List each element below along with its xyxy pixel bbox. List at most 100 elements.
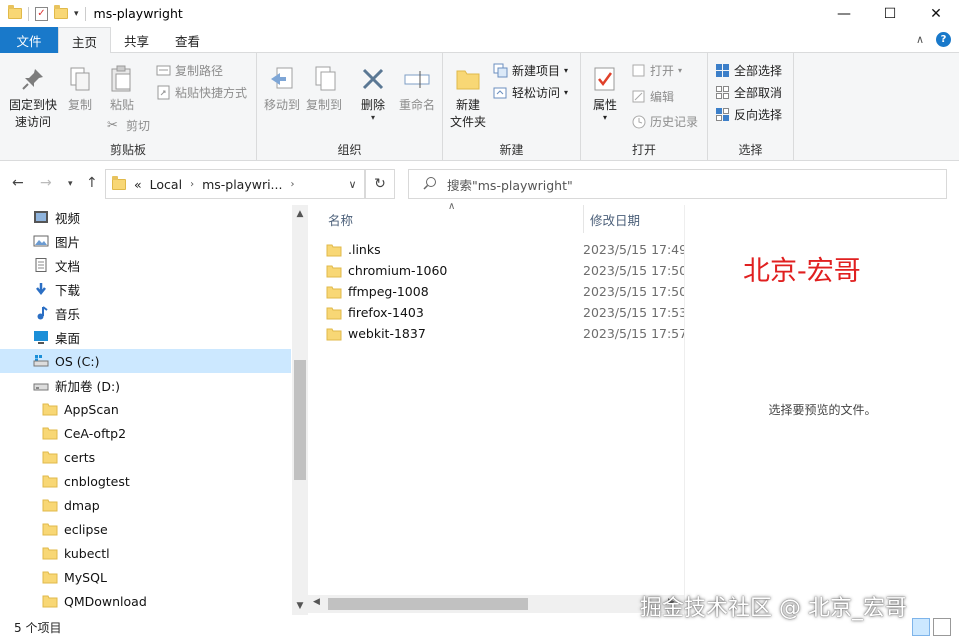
nav-item[interactable]: MySQL xyxy=(0,565,291,589)
column-header-date[interactable]: 修改日期 xyxy=(590,205,640,233)
easy-access-button[interactable]: 轻松访问 ▾ xyxy=(493,84,568,101)
tab-view[interactable]: 查看 xyxy=(162,27,213,53)
nav-item[interactable]: 下载 xyxy=(0,277,291,301)
refresh-icon[interactable]: ↻ xyxy=(365,169,395,199)
large-icons-view-icon[interactable] xyxy=(933,618,951,636)
organize-group: 移动到 复制到 删除 ▾ 重命名 组织 xyxy=(257,53,443,161)
nav-item[interactable]: AppScan xyxy=(0,397,291,421)
file-horizontal-scrollbar[interactable]: ◀ ▶ xyxy=(308,595,684,613)
pin-label-1: 固定到快 xyxy=(8,98,57,112)
file-row[interactable]: firefox-1403 2023/5/15 17:53 xyxy=(326,302,684,323)
properties-button[interactable]: 属性 ▾ xyxy=(587,65,623,122)
recent-locations-chevron-icon[interactable]: ▾ xyxy=(68,179,73,189)
help-icon[interactable]: ? xyxy=(936,32,951,47)
minimize-button[interactable]: — xyxy=(821,0,867,27)
tab-share[interactable]: 共享 xyxy=(111,27,162,53)
scrollbar-thumb[interactable] xyxy=(294,360,306,480)
new-folder-label-2: 文件夹 xyxy=(449,115,486,129)
nav-item[interactable]: 音乐 xyxy=(0,301,291,325)
scrollbar-thumb[interactable] xyxy=(328,598,528,610)
nav-item-label: 文档 xyxy=(55,258,81,274)
close-button[interactable]: ✕ xyxy=(913,0,959,27)
forward-arrow-icon[interactable]: → xyxy=(40,175,52,191)
properties-icon[interactable]: ✓ xyxy=(35,6,48,21)
nav-item[interactable]: 视频 xyxy=(0,205,291,229)
nav-item-label: eclipse xyxy=(64,521,108,537)
collapse-ribbon-chevron-icon[interactable]: ∧ xyxy=(916,33,924,46)
nav-item[interactable]: kubectl xyxy=(0,541,291,565)
nav-item[interactable]: CeA-oftp2 xyxy=(0,421,291,445)
item-count: 5 个项目 xyxy=(14,620,62,635)
nav-item[interactable]: 桌面 xyxy=(0,325,291,349)
folder-icon xyxy=(326,285,342,299)
nav-item[interactable]: cnblogtest xyxy=(0,469,291,493)
nav-item-label: MySQL xyxy=(64,569,107,585)
open-button[interactable]: 打开 ▾ xyxy=(631,62,682,79)
edit-button[interactable]: 编辑 xyxy=(631,88,674,105)
copy-to-button[interactable]: 复制到 xyxy=(303,65,345,114)
nav-item[interactable]: 文档 xyxy=(0,253,291,277)
new-folder-button[interactable]: 新建 文件夹 xyxy=(446,65,490,131)
scroll-left-icon[interactable]: ◀ xyxy=(313,597,320,607)
delete-x-icon xyxy=(359,65,387,93)
select-none-button[interactable]: 全部取消 xyxy=(715,84,782,101)
column-header-name[interactable]: 名称 xyxy=(328,205,353,233)
nav-item[interactable]: 新加卷 (D:) xyxy=(0,373,291,397)
breadcrumb-separator-icon[interactable]: › xyxy=(190,179,194,190)
copy-path-button[interactable]: 复制路径 xyxy=(156,62,223,79)
nav-item[interactable]: dmap xyxy=(0,493,291,517)
edit-label: 编辑 xyxy=(650,90,675,104)
address-dropdown-chevron-icon[interactable]: ∨ xyxy=(340,169,365,199)
pin-quick-access-button[interactable]: 固定到快 速访问 xyxy=(4,65,62,131)
tab-home[interactable]: 主页 xyxy=(58,27,112,54)
new-item-button[interactable]: 新建项目 ▾ xyxy=(493,62,568,79)
folder-icon xyxy=(326,243,342,257)
file-row[interactable]: ffmpeg-1008 2023/5/15 17:50 xyxy=(326,281,684,302)
nav-item-label: OS (C:) xyxy=(55,353,100,369)
history-button[interactable]: 历史记录 xyxy=(631,113,698,130)
file-date: 2023/5/15 17:57 xyxy=(583,326,684,341)
chevron-down-icon: ▾ xyxy=(564,88,569,97)
move-to-button[interactable]: 移动到 xyxy=(261,65,303,114)
delete-button[interactable]: 删除 ▾ xyxy=(353,65,393,122)
scroll-up-icon[interactable]: ▲ xyxy=(292,209,308,219)
column-divider[interactable] xyxy=(583,205,584,233)
maximize-button[interactable]: ☐ xyxy=(867,0,913,27)
paste-shortcut-label: 粘贴快捷方式 xyxy=(175,86,248,100)
file-row[interactable]: webkit-1837 2023/5/15 17:57 xyxy=(326,323,684,344)
delete-dropdown-chevron-icon[interactable]: ▾ xyxy=(353,114,393,122)
nav-item[interactable]: certs xyxy=(0,445,291,469)
cut-button[interactable]: ✂ 剪切 xyxy=(107,117,150,134)
nav-item[interactable]: OS (C:) xyxy=(0,349,291,373)
rename-button[interactable]: 重命名 xyxy=(395,65,439,114)
paste-button[interactable]: 粘贴 xyxy=(102,65,142,114)
file-row[interactable]: .links 2023/5/15 17:49 xyxy=(326,239,684,260)
details-view-icon[interactable] xyxy=(912,618,930,636)
select-all-button[interactable]: 全部选择 xyxy=(715,62,782,79)
search-box[interactable]: 搜索"ms-playwright" xyxy=(408,169,947,199)
breadcrumb-overflow[interactable]: « xyxy=(134,177,142,192)
file-row[interactable]: chromium-1060 2023/5/15 17:50 xyxy=(326,260,684,281)
customize-qat-chevron-icon[interactable]: ▾ xyxy=(74,9,79,19)
cut-label: 剪切 xyxy=(126,119,151,133)
nav-item[interactable]: 图片 xyxy=(0,229,291,253)
up-arrow-icon[interactable]: ↑ xyxy=(86,175,98,191)
file-date: 2023/5/15 17:53 xyxy=(583,305,684,320)
nav-item[interactable]: eclipse xyxy=(0,517,291,541)
copy-button[interactable]: 复制 xyxy=(62,65,98,114)
scroll-down-icon[interactable]: ▼ xyxy=(292,601,308,611)
back-arrow-icon[interactable]: ← xyxy=(12,175,24,191)
sort-ascending-icon: ∧ xyxy=(448,201,456,212)
new-folder-icon[interactable] xyxy=(54,5,68,19)
paste-shortcut-button[interactable]: 粘贴快捷方式 xyxy=(156,84,247,101)
nav-vertical-scrollbar[interactable]: ▲ ▼ xyxy=(292,205,308,615)
breadcrumb-ms-playwright[interactable]: ms-playwri... xyxy=(202,177,282,192)
address-bar[interactable]: « Local › ms-playwri... › xyxy=(105,169,365,199)
breadcrumb-separator-icon[interactable]: › xyxy=(290,179,294,190)
tab-file[interactable]: 文件 xyxy=(0,27,58,53)
properties-dropdown-chevron-icon[interactable]: ▾ xyxy=(587,114,623,122)
invert-selection-button[interactable]: 反向选择 xyxy=(715,106,782,123)
breadcrumb-local[interactable]: Local xyxy=(150,177,182,192)
watermark-bottom: 掘金技术社区 @ 北京_宏哥 xyxy=(640,596,907,621)
nav-item[interactable]: QMDownload xyxy=(0,589,291,613)
